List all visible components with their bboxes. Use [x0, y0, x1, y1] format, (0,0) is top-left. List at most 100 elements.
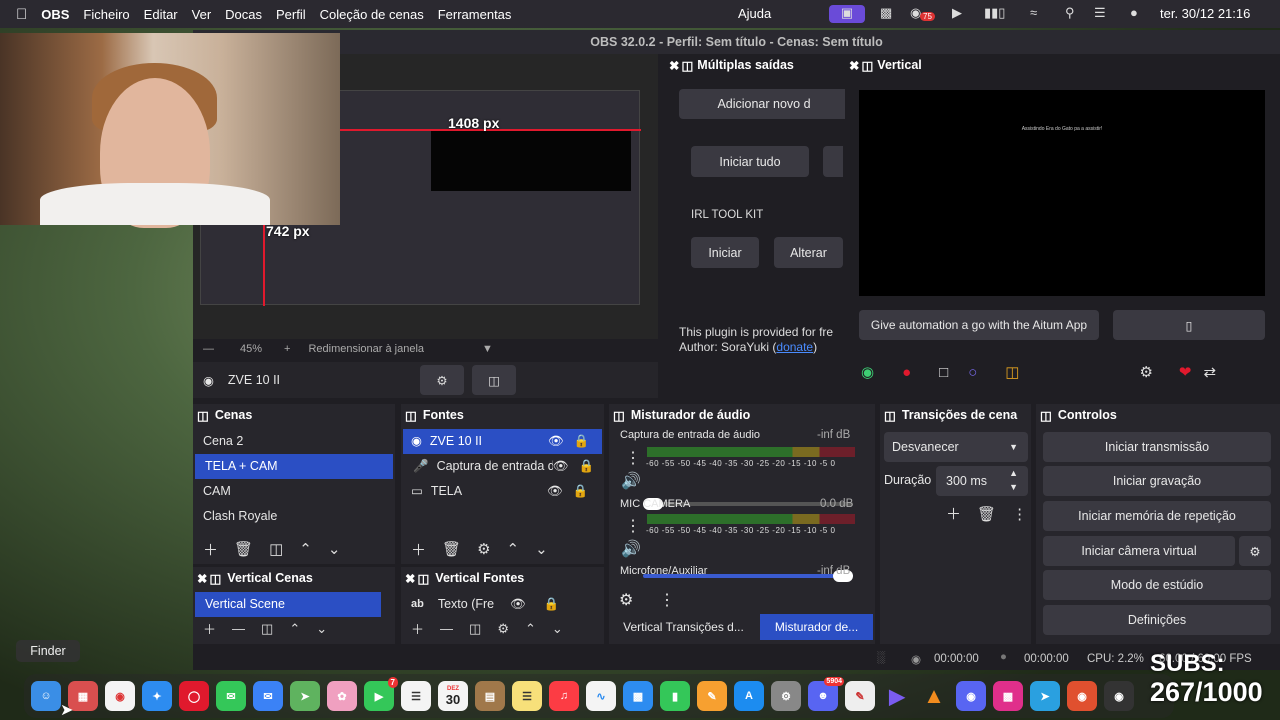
scene-item[interactable]: Cena 2 — [193, 429, 395, 454]
source-item-selected[interactable]: ◉ ZVE 10 II 👁 🔒 — [403, 429, 602, 454]
lock-icon[interactable]: 🔒 — [573, 479, 589, 504]
duration-input[interactable]: 300 ms ▲ ▼ — [936, 466, 1028, 496]
irl-change-button[interactable]: Alterar — [774, 237, 843, 268]
shuffle-icon[interactable]: ⇄ — [1204, 363, 1217, 381]
screenshot-icon[interactable]: ◫ — [1005, 363, 1019, 381]
transition-select[interactable]: Desvanecer ▼ — [884, 432, 1028, 462]
scene-item[interactable]: Clash Royale — [193, 504, 395, 529]
finder-icon[interactable]: ☺ — [31, 681, 61, 711]
start-replay-buffer-button[interactable]: Iniciar memória de repetição — [1043, 501, 1271, 531]
stop-all-button[interactable] — [823, 146, 843, 177]
filter-icon[interactable]: ◫ — [269, 540, 283, 558]
opera-icon[interactable]: ◯ — [179, 681, 209, 711]
chevron-up-icon[interactable]: ⌃ — [289, 621, 300, 637]
keynote-icon[interactable]: ▩ — [623, 681, 653, 711]
trash-icon[interactable]: 🗑 — [442, 540, 461, 558]
dock-float-icon[interactable]: ◫ — [417, 571, 429, 586]
freeform-icon[interactable]: ∿ — [586, 681, 616, 711]
gear-icon[interactable]: ⚙ — [1139, 363, 1152, 381]
source-settings-button[interactable]: ⚙ — [420, 365, 465, 395]
menu-ajuda[interactable]: Ajuda — [738, 6, 771, 21]
screen-record-icon[interactable]: ▣ — [829, 5, 865, 23]
resize-to-window[interactable]: Redimensionar à janela — [308, 343, 424, 355]
add-icon[interactable]: ＋ — [411, 539, 426, 560]
mail-icon[interactable]: ✉ — [253, 681, 283, 711]
kebab-icon[interactable]: ⋮ — [659, 590, 675, 610]
menu-clock[interactable]: ter. 30/12 21:16 — [1160, 6, 1250, 21]
robot-app-icon[interactable]: ▩ — [993, 681, 1023, 711]
settings-button[interactable]: Definições — [1043, 605, 1271, 635]
virtual-camera-settings-button[interactable]: ⚙ — [1239, 536, 1271, 566]
studio-mode-button[interactable]: Modo de estúdio — [1043, 570, 1271, 600]
chevron-up-icon[interactable]: ⌃ — [299, 540, 312, 558]
chevron-down-icon[interactable]: ▼ — [1009, 482, 1018, 492]
planet-app-icon[interactable]: ◉ — [1067, 681, 1097, 711]
facetime-icon[interactable]: ▶ 7 — [364, 677, 398, 711]
gear-icon[interactable]: ⚙ — [477, 540, 490, 558]
eye-icon[interactable]: 👁 — [510, 592, 526, 617]
pages-icon[interactable]: ✎ — [697, 681, 727, 711]
menu-perfil[interactable]: Perfil — [276, 7, 306, 22]
trash-icon[interactable]: 🗑 — [977, 505, 996, 523]
robot-icon[interactable]: ▩ — [880, 5, 892, 21]
add-icon[interactable]: ＋ — [411, 619, 424, 638]
chevron-up-icon[interactable]: ⌃ — [507, 540, 520, 558]
settings-icon[interactable]: ⚙ — [771, 681, 801, 711]
dock-float-icon[interactable]: ◫ — [1040, 408, 1052, 423]
gear-icon[interactable]: ⚙ — [497, 621, 509, 637]
source-item[interactable]: ▭ TELA 👁 🔒 — [401, 479, 604, 504]
stream-icon[interactable]: ◉ — [861, 363, 874, 381]
lock-icon[interactable]: 🔒 — [544, 592, 560, 617]
filter-icon[interactable]: ◫ — [469, 621, 481, 637]
discord-icon[interactable]: ☻ 5904 — [808, 677, 844, 711]
eye-icon[interactable]: 👁 — [547, 479, 563, 504]
battery-icon[interactable]: ▮▮▯ — [984, 5, 1005, 21]
vlc-icon[interactable]: ▲ — [919, 681, 949, 711]
photos-icon[interactable]: ✿ — [327, 681, 357, 711]
lock-icon[interactable]: 🔒 — [578, 454, 594, 479]
apple-icon[interactable]:  — [16, 6, 27, 23]
add-icon[interactable]: ＋ — [203, 619, 216, 638]
numbers-icon[interactable]: ▮ — [660, 681, 690, 711]
add-new-output-button[interactable]: Adicionar novo d — [679, 89, 849, 119]
dock-float-icon[interactable]: ◫ — [405, 408, 417, 423]
scene-item-selected[interactable]: TELA + CAM — [195, 454, 393, 479]
kebab-icon[interactable]: ⋮ — [1012, 505, 1027, 523]
remove-icon[interactable]: — — [440, 621, 453, 636]
streamlabs-icon[interactable]: ▶ — [882, 681, 912, 711]
chevron-down-icon[interactable]: ⌄ — [328, 540, 341, 558]
close-icon[interactable]: ✖ — [669, 58, 679, 73]
chevron-down-icon[interactable]: ⌄ — [552, 621, 563, 637]
messages-icon[interactable]: ✉ — [216, 681, 246, 711]
chevron-down-icon[interactable]: ▼ — [482, 343, 493, 355]
chevron-up-icon[interactable]: ⌃ — [525, 621, 536, 637]
safari-icon[interactable]: ✦ — [142, 681, 172, 711]
menu-colecao-cenas[interactable]: Coleção de cenas — [320, 7, 424, 22]
donate-link[interactable]: donate — [776, 340, 813, 354]
siri-icon[interactable]: ● — [1130, 5, 1138, 20]
replay-icon[interactable]: □ — [939, 364, 948, 381]
notes-icon[interactable]: ☰ — [512, 681, 542, 711]
chrome-icon[interactable]: ◉ — [105, 681, 135, 711]
menu-ficheiro[interactable]: Ficheiro — [83, 7, 129, 22]
vertical-source-item[interactable]: ab Texto (Fre 👁 🔒 — [401, 592, 604, 617]
dock-float-icon[interactable]: ◫ — [613, 408, 625, 423]
reminders-icon[interactable]: ☰ — [401, 681, 431, 711]
volume-icon[interactable]: 🔊 — [621, 539, 641, 559]
record-icon[interactable]: ● — [902, 364, 911, 381]
filter-icon[interactable]: ◫ — [261, 621, 273, 637]
lock-icon[interactable]: 🔒 — [574, 429, 590, 454]
chevron-down-icon[interactable]: ⌄ — [535, 540, 548, 558]
eye-icon[interactable]: 👁 — [548, 429, 564, 454]
script-editor-icon[interactable]: ✎ — [845, 681, 875, 711]
vertical-scene-item[interactable]: Vertical Scene — [195, 592, 381, 617]
control-center-icon[interactable]: ☰ — [1094, 5, 1106, 21]
heart-icon[interactable]: ❤ — [1179, 363, 1192, 381]
add-icon[interactable]: ＋ — [946, 503, 961, 524]
trash-icon[interactable]: 🗑 — [234, 540, 253, 558]
eye-icon[interactable]: 👁 — [553, 454, 569, 479]
aitum-button[interactable]: Give automation a go with the Aitum App — [859, 310, 1099, 340]
start-virtual-camera-button[interactable]: Iniciar câmera virtual — [1043, 536, 1235, 566]
dock-float-icon[interactable]: ◫ — [197, 408, 209, 423]
zoom-in-icon[interactable]: + — [284, 343, 290, 355]
